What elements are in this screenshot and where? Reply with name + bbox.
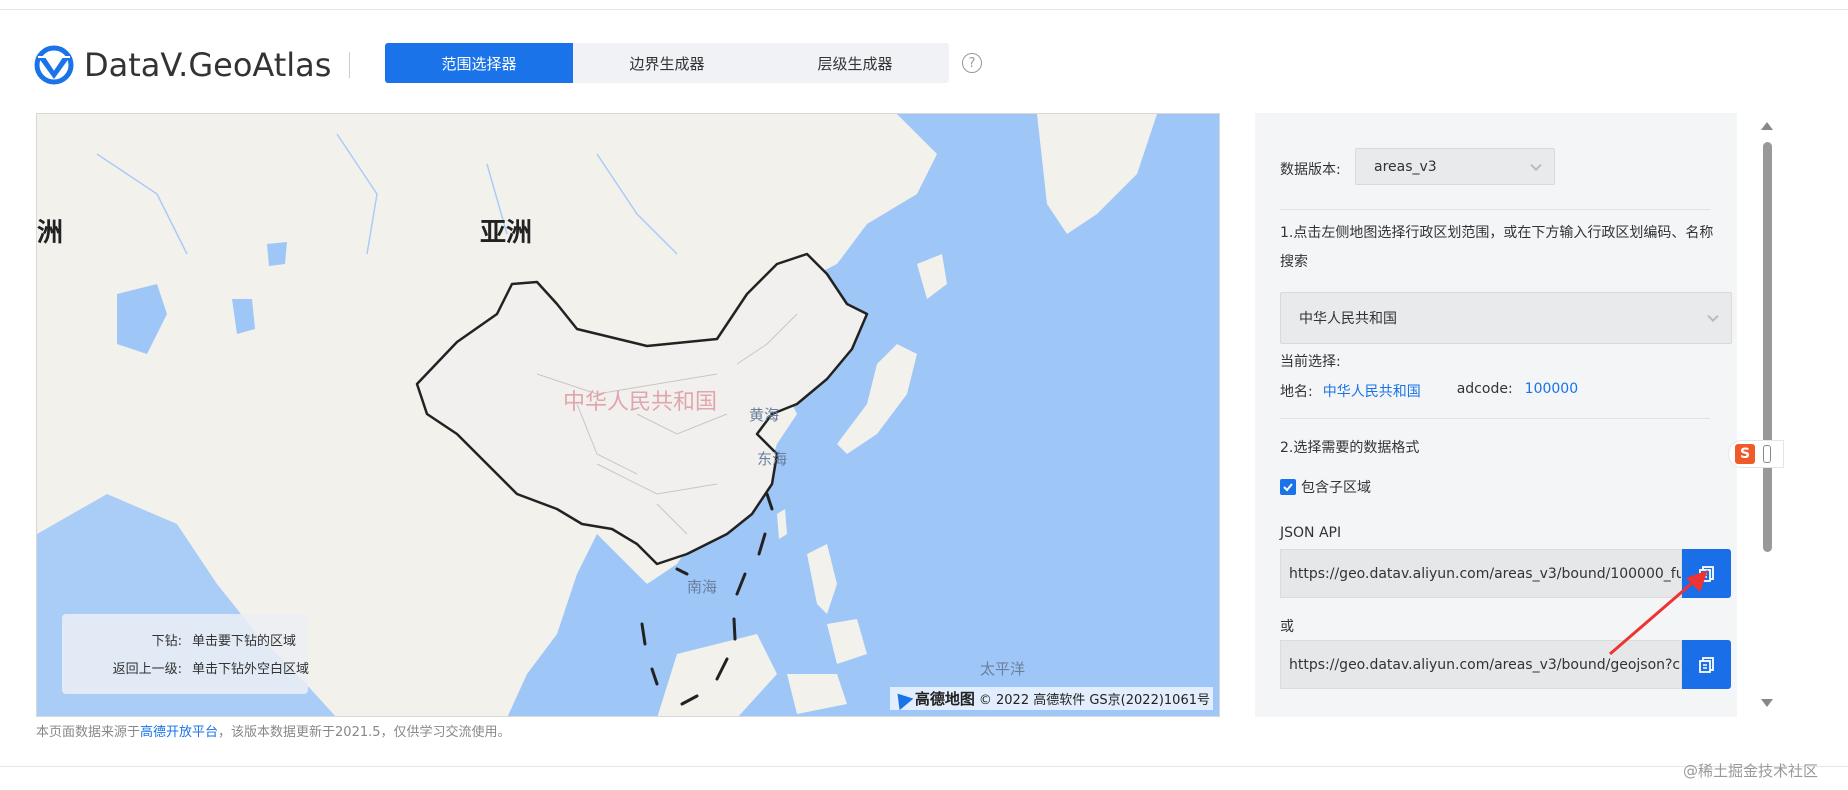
hint-drill-value: 单击要下钻的区域	[192, 634, 297, 649]
checkbox-checked-icon	[1280, 479, 1296, 495]
tab-range-selector[interactable]: 范围选择器	[385, 43, 573, 83]
map-label-pacific: 太平洋	[980, 660, 1026, 678]
hint-back-key: 返回上一级:	[112, 662, 182, 677]
name-label: 地名:	[1280, 384, 1313, 400]
current-selection-row: 地名: 中华人民共和国 adcode: 100000	[1280, 381, 1578, 401]
adcode-value: 100000	[1524, 381, 1579, 397]
scroll-up-icon[interactable]	[1761, 122, 1773, 130]
tool-tabs: 范围选择器 边界生成器 层级生成器	[385, 43, 949, 83]
map-label-asia-left: 洲	[37, 218, 64, 248]
amap-logo-icon	[890, 687, 914, 710]
region-search-select[interactable]: 中华人民共和国	[1280, 292, 1732, 344]
watermark: @稀土掘金技术社区	[1683, 762, 1819, 780]
brand-separator	[349, 52, 351, 78]
map-attribution: 高德地图 © 2022 高德软件 GS京(2022)1061号	[889, 687, 1213, 710]
map-copyright: © 2022 高德软件 GS京(2022)1061号	[978, 693, 1210, 708]
ime-menu-icon	[1763, 445, 1771, 463]
chevron-down-icon	[1707, 310, 1719, 323]
map-label-yellow-sea: 黄海	[749, 406, 780, 424]
map-label-china: 中华人民共和国	[563, 390, 718, 415]
or-label: 或	[1280, 619, 1294, 635]
top-divider	[0, 9, 1848, 10]
scrollbar-thumb[interactable]	[1763, 142, 1772, 552]
hint-drill-key: 下钻:	[151, 634, 182, 649]
amap-logo-text: 高德地图	[914, 690, 975, 708]
step2-instruction: 2.选择需要的数据格式	[1280, 440, 1420, 456]
footer-prefix: 本页面数据来源于	[36, 725, 141, 740]
bottom-divider	[0, 766, 1848, 767]
sogou-ime-icon: S	[1735, 444, 1755, 464]
divider	[1280, 418, 1710, 419]
brand: DataV.GeoAtlas	[34, 40, 351, 90]
map-label-south-sea: 南海	[687, 578, 718, 596]
tab-hierarchy-generator[interactable]: 层级生成器	[761, 43, 949, 83]
include-subregion-label: 包含子区域	[1301, 480, 1371, 496]
region-select-value: 中华人民共和国	[1299, 311, 1397, 327]
data-source-note: 本页面数据来源于高德开放平台，该版本数据更新于2021.5，仅供学习交流使用。	[36, 721, 511, 740]
name-value: 中华人民共和国	[1322, 384, 1421, 400]
footer-suffix: ，该版本数据更新于2021.5，仅供学习交流使用。	[218, 725, 511, 740]
hint-back-value: 单击下钻外空白区域	[192, 662, 310, 677]
version-select[interactable]: areas_v3	[1355, 148, 1555, 185]
tab-boundary-generator[interactable]: 边界生成器	[573, 43, 761, 83]
amap-open-platform-link[interactable]: 高德开放平台	[140, 725, 218, 740]
map-hint-box: 下钻: 单击要下钻的区域 返回上一级: 单击下钻外空白区域	[62, 614, 310, 694]
map-label-asia: 亚洲	[480, 218, 533, 248]
scroll-down-icon[interactable]	[1761, 699, 1773, 707]
ime-widget[interactable]: S	[1728, 440, 1784, 468]
include-subregion-checkbox[interactable]: 包含子区域	[1280, 477, 1371, 497]
divider	[1280, 209, 1710, 210]
adcode-label: adcode:	[1456, 381, 1513, 397]
brand-name: DataV.GeoAtlas	[84, 46, 332, 84]
datav-logo-icon	[34, 45, 74, 85]
help-icon[interactable]: ?	[962, 53, 982, 73]
step1-instruction: 1.点击左侧地图选择行政区划范围，或在下方输入行政区划编码、名称搜索	[1280, 225, 1714, 270]
map-label-east-sea: 东海	[757, 450, 788, 468]
chevron-down-icon	[1530, 159, 1542, 171]
version-value: areas_v3	[1374, 158, 1437, 175]
json-api-label: JSON API	[1280, 525, 1342, 541]
annotation-arrow-icon	[1609, 570, 1708, 656]
version-label: 数据版本:	[1280, 162, 1341, 178]
current-selection-label: 当前选择:	[1280, 354, 1341, 370]
